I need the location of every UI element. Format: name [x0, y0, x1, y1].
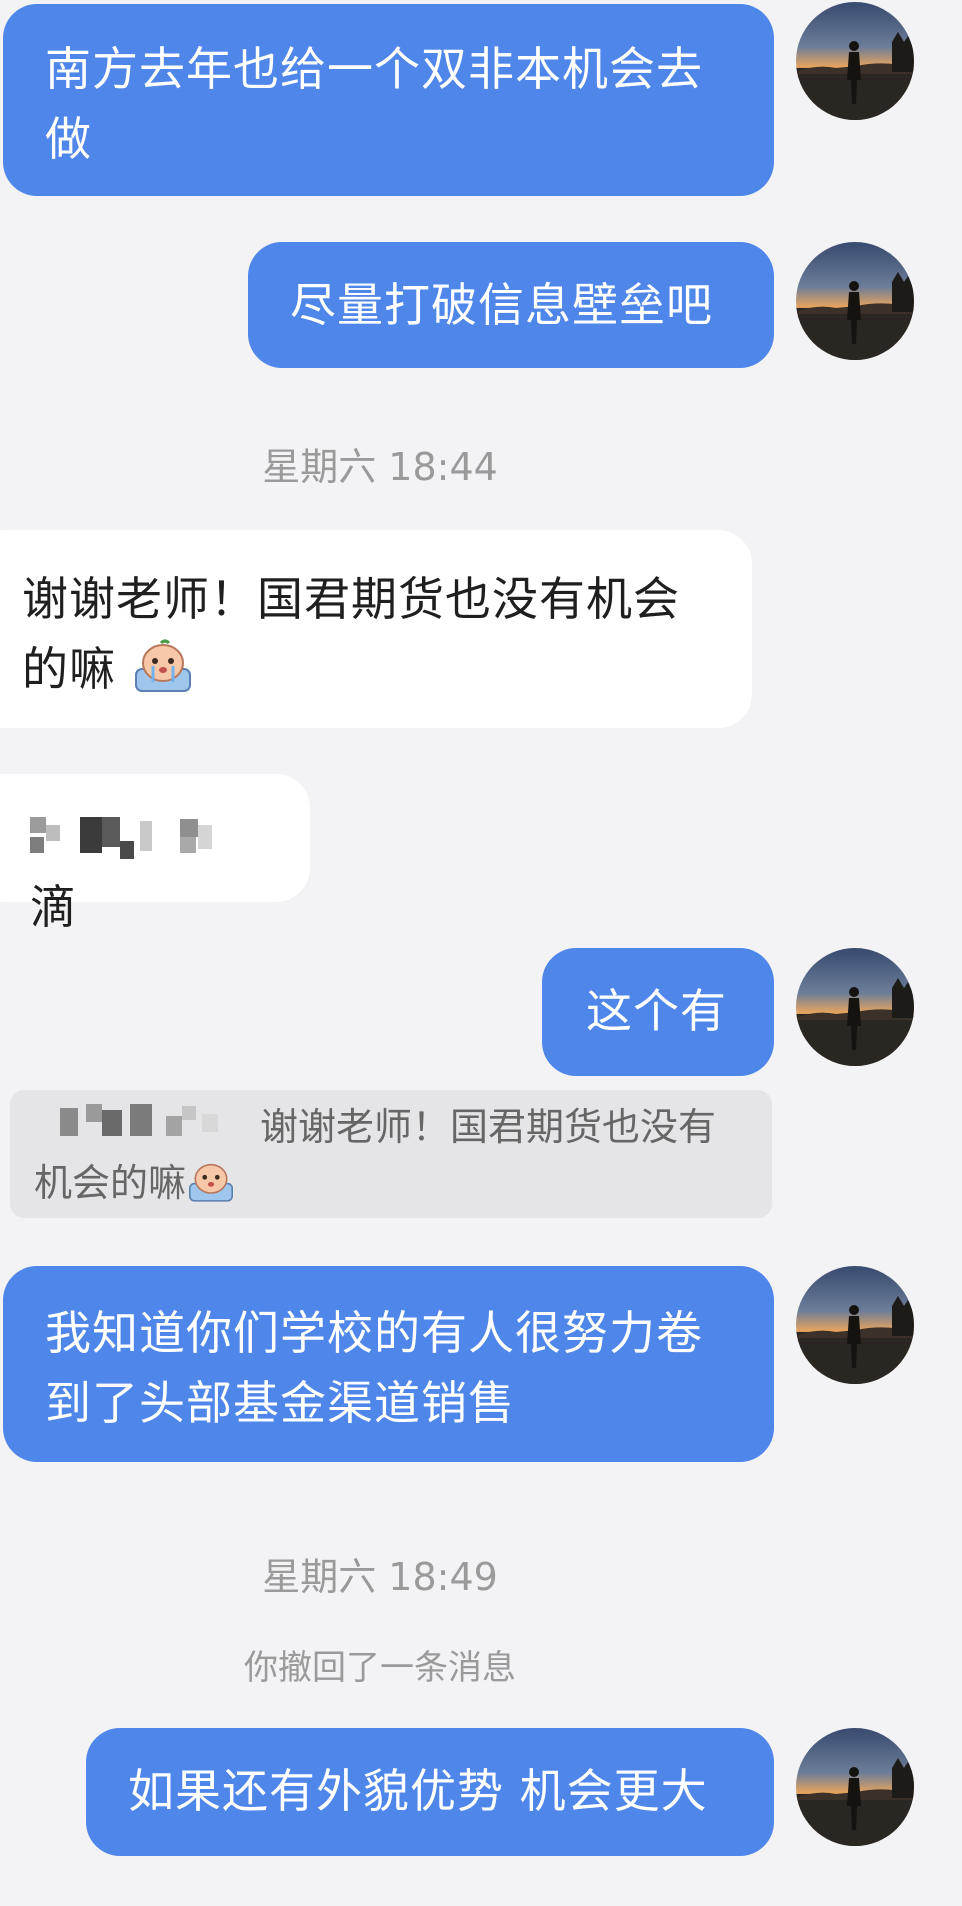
chat-thread: 南方去年也给一个双非本机会去做 尽量打破信息壁垒吧 星期六 18:44 谢谢老师… — [0, 0, 962, 1906]
outgoing-message-bubble[interactable]: 南方去年也给一个双非本机会去做 — [3, 4, 774, 196]
crying-emoji-icon — [134, 639, 191, 692]
avatar-sunset-photo-icon — [796, 1296, 914, 1384]
outgoing-message-bubble[interactable]: 如果还有外貌优势 机会更大 — [86, 1728, 774, 1856]
message-text: 滴 — [30, 880, 77, 934]
message-text: 我知道你们学校的有人很努力卷到了头部基金渠道销售 — [45, 1306, 703, 1430]
timestamp: 星期六 18:44 — [262, 445, 498, 489]
avatar-sunset-photo-icon — [796, 32, 914, 120]
pixelated-sender-icon — [60, 1104, 218, 1136]
message-text: 尽量打破信息壁垒吧 — [290, 278, 713, 332]
quoted-message[interactable]: 谢谢老师！国君期货也没有机会的嘛 — [10, 1090, 772, 1218]
recall-notice: 你撤回了一条消息 — [244, 1648, 516, 1688]
avatar[interactable] — [796, 1266, 914, 1384]
avatar[interactable] — [796, 242, 914, 360]
message-text: 如果还有外貌优势 机会更大 — [128, 1764, 708, 1818]
incoming-message-bubble[interactable]: 谢谢老师！国君期货也没有机会的嘛 — [0, 530, 752, 728]
avatar-sunset-photo-icon — [796, 1758, 914, 1846]
outgoing-message-bubble[interactable]: 尽量打破信息壁垒吧 — [248, 242, 774, 368]
message-text: 谢谢老师！国君期货也没有机会的嘛 — [22, 572, 680, 696]
outgoing-message-bubble[interactable]: 我知道你们学校的有人很努力卷到了头部基金渠道销售 — [3, 1266, 774, 1462]
avatar[interactable] — [796, 948, 914, 1066]
crying-emoji-icon — [189, 1163, 234, 1202]
avatar[interactable] — [796, 1728, 914, 1846]
avatar-sunset-photo-icon — [796, 272, 914, 360]
pixelated-name-icon — [30, 817, 212, 859]
avatar-sunset-photo-icon — [796, 978, 914, 1066]
timestamp: 星期六 18:49 — [262, 1555, 498, 1599]
avatar[interactable] — [796, 2, 914, 120]
message-text: 南方去年也给一个双非本机会去做 — [45, 42, 703, 166]
message-text: 这个有 — [586, 984, 727, 1038]
outgoing-message-bubble[interactable]: 这个有 — [542, 948, 774, 1076]
incoming-message-bubble[interactable]: 滴 — [0, 774, 310, 934]
